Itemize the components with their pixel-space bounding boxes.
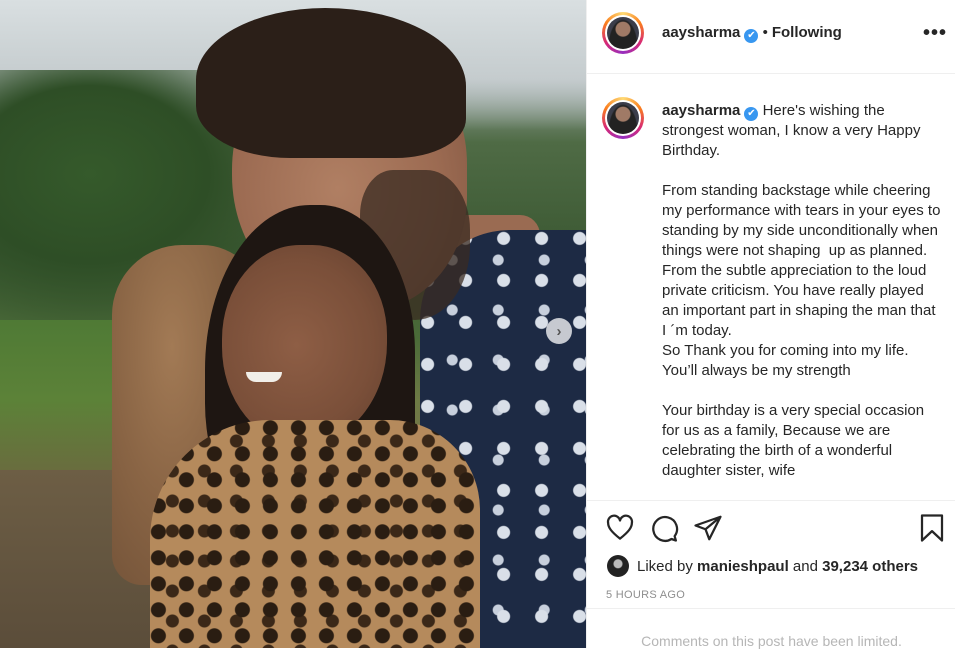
verified-badge-icon: ✔ — [744, 29, 759, 43]
photo-man-hair — [196, 8, 466, 158]
comments-limited-notice: Comments on this post have been limited. — [587, 608, 955, 649]
carousel-next-icon[interactable]: › — [546, 318, 572, 344]
post-side-panel: aaysharma ✔ • Following ••• aaysharma ✔ Her… — [586, 0, 955, 650]
share-icon[interactable] — [693, 513, 723, 543]
caption-text: aaysharma ✔ Here's wishing the strongest … — [662, 101, 942, 500]
post-actions: Liked by manieshpaul and 39,234 others 5… — [587, 500, 955, 650]
avatar-image — [607, 102, 639, 134]
bookmark-icon[interactable] — [917, 513, 947, 543]
header-username[interactable]: aaysharma — [662, 24, 740, 41]
avatar-image — [607, 17, 639, 49]
photo-woman-smile — [246, 372, 282, 382]
avatar-inner — [605, 15, 641, 51]
header-avatar[interactable] — [602, 12, 644, 54]
more-options-icon[interactable]: ••• — [923, 23, 947, 43]
likes-and: and — [792, 557, 818, 575]
likes-summary[interactable]: Liked by manieshpaul and 39,234 others — [607, 555, 918, 577]
heart-icon[interactable] — [605, 513, 635, 543]
photo-woman-leopard-top — [150, 420, 480, 648]
photo-woman-face — [222, 245, 387, 445]
post-photo[interactable]: › — [0, 0, 586, 648]
post-header: aaysharma ✔ • Following ••• — [587, 0, 955, 74]
comment-icon[interactable] — [649, 513, 679, 543]
caption-paragraph-3: Your birthday is a very special occasion… — [662, 402, 929, 479]
caption-username[interactable]: aaysharma — [662, 102, 740, 119]
liker-username[interactable]: manieshpaul — [697, 558, 789, 575]
following-button[interactable]: Following — [772, 24, 842, 41]
caption-area[interactable]: aaysharma ✔ Here's wishing the strongest … — [587, 74, 955, 500]
verified-badge-icon: ✔ — [744, 107, 759, 121]
caption-avatar[interactable] — [602, 97, 644, 139]
header-user-line: aaysharma ✔ • Following — [662, 24, 842, 43]
caption-paragraph-1: aaysharma ✔ Here's wishing the strongest … — [662, 101, 942, 161]
avatar-inner — [605, 100, 641, 136]
likes-prefix: Liked by — [637, 557, 693, 575]
liker-avatar[interactable] — [607, 555, 629, 577]
instagram-post-view: › aaysharma ✔ • Following ••• aaysharma ✔ H… — [0, 0, 955, 650]
header-separator: • — [762, 24, 768, 41]
caption-paragraph-2: From standing backstage while cheering m… — [662, 182, 941, 379]
likes-count[interactable]: 39,234 others — [822, 558, 918, 575]
post-timestamp[interactable]: 5 HOURS AGO — [606, 589, 685, 601]
